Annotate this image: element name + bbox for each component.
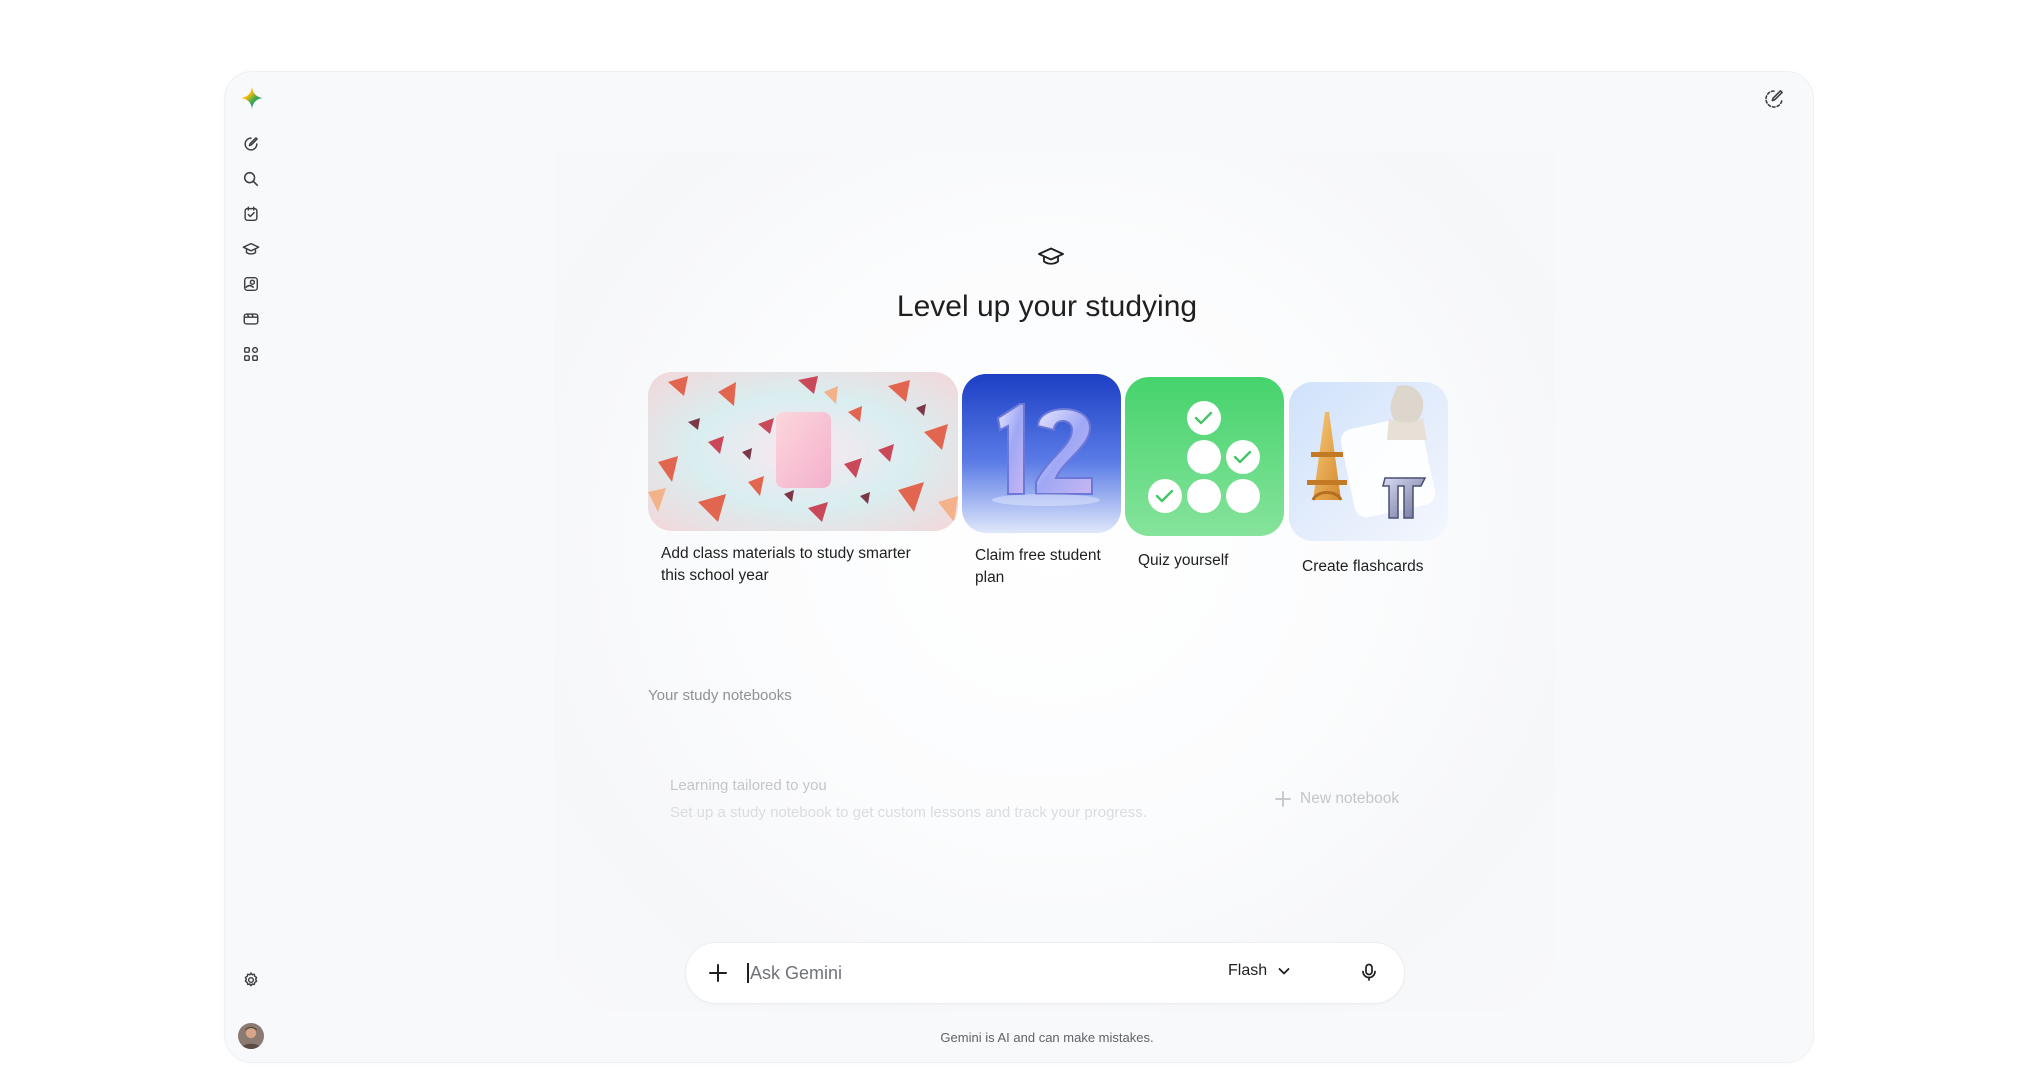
- card-create-flashcards[interactable]: [1289, 382, 1448, 541]
- notebooks-empty-title: Learning tailored to you: [670, 777, 827, 794]
- page-title: Level up your studying: [896, 290, 1198, 323]
- add-attachment-icon[interactable]: [706, 961, 730, 985]
- notebooks-empty-subtitle: Set up a study notebook to get custom le…: [670, 804, 1147, 821]
- new-chat-icon[interactable]: [240, 133, 262, 155]
- prompt-bar: Flash: [686, 943, 1404, 1003]
- learning-icon[interactable]: [240, 238, 262, 260]
- card-label-quiz-yourself: Quiz yourself: [1138, 552, 1229, 569]
- card-label-create-flashcards: Create flashcards: [1302, 558, 1424, 575]
- temporary-chat-icon[interactable]: [1761, 86, 1787, 112]
- ask-gemini-input[interactable]: [750, 960, 1170, 986]
- text-caret: [747, 963, 749, 983]
- model-selector[interactable]: Flash: [1228, 962, 1291, 980]
- card-quiz-yourself[interactable]: [1125, 377, 1284, 536]
- new-notebook-button[interactable]: New notebook: [1274, 790, 1399, 808]
- chevron-down-icon: [1278, 968, 1290, 975]
- graduation-cap-icon: [1037, 245, 1065, 269]
- tasks-icon[interactable]: [240, 203, 262, 225]
- plus-icon: [1275, 791, 1291, 807]
- new-notebook-label: New notebook: [1300, 790, 1400, 807]
- settings-icon[interactable]: [240, 969, 262, 991]
- disclaimer-text: Gemini is AI and can make mistakes.: [940, 1030, 1154, 1045]
- gemini-logo-icon[interactable]: [240, 86, 264, 110]
- microphone-icon[interactable]: [1357, 960, 1381, 984]
- study-notebooks-title: Your study notebooks: [648, 687, 792, 704]
- search-icon[interactable]: [240, 168, 262, 190]
- card-add-class-materials[interactable]: [648, 372, 958, 531]
- card-student-plan[interactable]: [962, 374, 1121, 533]
- apps-icon[interactable]: [240, 343, 262, 365]
- card-label-student-plan: Claim free student plan: [975, 547, 1101, 586]
- model-label: Flash: [1228, 962, 1268, 979]
- card-label-add-class-materials: Add class materials to study smarter thi…: [661, 545, 911, 584]
